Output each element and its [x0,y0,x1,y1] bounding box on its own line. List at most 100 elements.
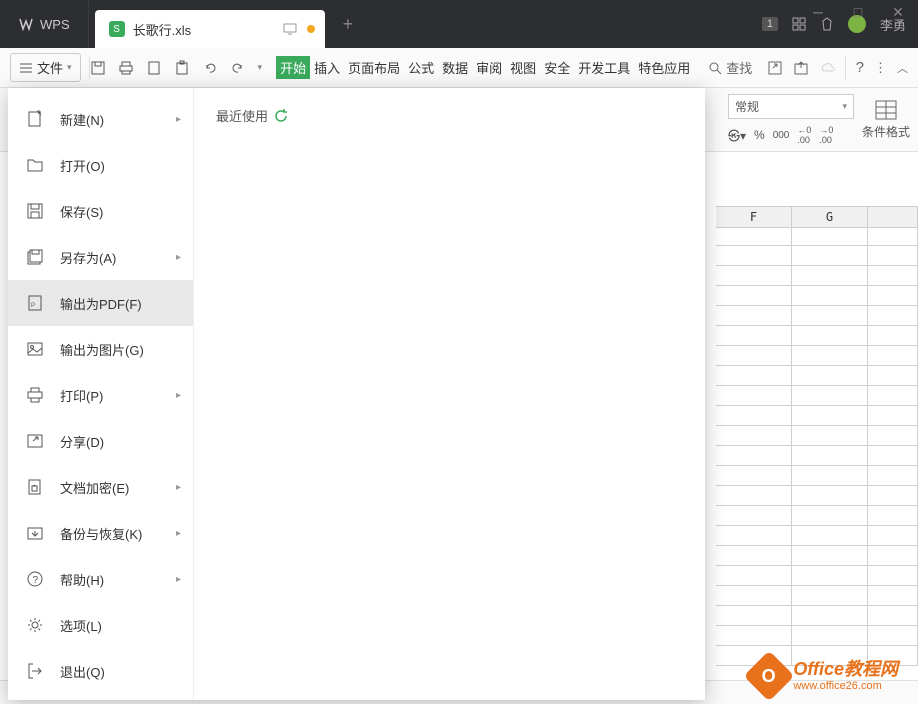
cloud-icon[interactable] [819,60,835,76]
cell[interactable] [792,546,868,566]
share-quick-icon[interactable] [767,60,783,76]
column-header[interactable]: F [716,207,792,227]
cell[interactable] [716,386,792,406]
cell[interactable] [868,366,918,386]
conditional-format-button[interactable]: 条件格式 [862,99,910,140]
print-preview-icon[interactable] [146,60,162,76]
maximize-button[interactable]: □ [838,0,878,24]
currency-icon[interactable]: ㉿▾ [728,127,746,144]
percent-icon[interactable]: % [754,128,765,142]
paste-icon[interactable] [174,60,190,76]
cell[interactable] [716,586,792,606]
cell[interactable] [792,466,868,486]
cell[interactable] [792,406,868,426]
ribbon-tab-insert[interactable]: 插入 [310,58,344,77]
cell[interactable] [792,626,868,646]
ribbon-tab-view[interactable]: 视图 [506,58,540,77]
cell[interactable] [792,226,868,246]
cell[interactable] [716,286,792,306]
new-tab-button[interactable]: + [343,14,354,35]
cell[interactable] [868,586,918,606]
collapse-ribbon-icon[interactable]: ︿ [897,60,908,76]
ribbon-tab-layout[interactable]: 页面布局 [344,58,404,77]
cell[interactable] [792,486,868,506]
cell[interactable] [716,326,792,346]
file-menu-item-save[interactable]: 保存(S) [8,188,193,234]
cell[interactable] [716,566,792,586]
cell[interactable] [868,226,918,246]
cell[interactable] [792,426,868,446]
cell[interactable] [716,446,792,466]
cell[interactable] [792,286,868,306]
ribbon-tab-special[interactable]: 特色应用 [634,58,694,77]
cell[interactable] [868,426,918,446]
cell[interactable] [868,286,918,306]
cell[interactable] [716,266,792,286]
cell[interactable] [716,226,792,246]
cell[interactable] [792,506,868,526]
file-menu-item-settings[interactable]: 选项(L) [8,602,193,648]
file-menu-item-backup[interactable]: 备份与恢复(K)▸ [8,510,193,556]
cell[interactable] [868,466,918,486]
cell[interactable] [716,306,792,326]
cell[interactable] [792,606,868,626]
cell[interactable] [716,346,792,366]
cell[interactable] [792,266,868,286]
cell[interactable] [868,446,918,466]
cell[interactable] [716,406,792,426]
file-menu-item-image[interactable]: 输出为图片(G) [8,326,193,372]
home-tab[interactable]: WPS [0,0,89,48]
cell[interactable] [716,486,792,506]
column-header[interactable] [868,207,918,227]
cell[interactable] [792,446,868,466]
cell[interactable] [716,466,792,486]
undo-icon[interactable] [202,60,218,76]
cell[interactable] [868,406,918,426]
print-quick-icon[interactable] [118,60,134,76]
cell[interactable] [868,386,918,406]
ribbon-tab-start[interactable]: 开始 [276,56,310,79]
cell[interactable] [868,626,918,646]
cell[interactable] [792,566,868,586]
cell[interactable] [716,366,792,386]
column-header[interactable]: G [792,207,868,227]
cell[interactable] [716,246,792,266]
cell[interactable] [868,546,918,566]
document-tab[interactable]: S 长歌行.xls [95,10,325,48]
ribbon-tab-dev[interactable]: 开发工具 [574,58,634,77]
redo-icon[interactable] [230,60,246,76]
file-menu-item-pdf[interactable]: P输出为PDF(F) [8,280,193,326]
minimize-button[interactable]: ─ [798,0,838,24]
ribbon-tab-data[interactable]: 数据 [438,58,472,77]
cell[interactable] [868,266,918,286]
more-icon[interactable]: ⋮ [874,60,887,76]
cell[interactable] [792,306,868,326]
export-icon[interactable] [793,60,809,76]
cell[interactable] [868,246,918,266]
file-menu-item-saveas[interactable]: 另存为(A)▸ [8,234,193,280]
save-icon[interactable] [90,60,106,76]
cell[interactable] [716,626,792,646]
notification-badge[interactable]: 1 [762,17,778,31]
decrease-decimal-icon[interactable]: →0.00 [819,125,833,145]
cell[interactable] [716,506,792,526]
cell[interactable] [868,566,918,586]
refresh-icon[interactable] [274,109,288,123]
file-menu-item-lock[interactable]: 文档加密(E)▸ [8,464,193,510]
help-icon[interactable]: ? [856,59,864,76]
monitor-icon[interactable] [283,23,297,35]
cell[interactable] [716,526,792,546]
cell[interactable] [716,426,792,446]
file-menu-item-new[interactable]: 新建(N)▸ [8,96,193,142]
cell[interactable] [716,546,792,566]
file-menu-item-folder[interactable]: 打开(O) [8,142,193,188]
cell[interactable] [792,246,868,266]
cell[interactable] [792,366,868,386]
number-format-select[interactable]: 常规 ▾ [728,94,854,119]
cell[interactable] [868,486,918,506]
cell[interactable] [792,586,868,606]
close-button[interactable]: ✕ [878,0,918,24]
file-menu-item-exit[interactable]: 退出(Q) [8,648,193,694]
ribbon-tab-review[interactable]: 审阅 [472,58,506,77]
file-menu-item-help[interactable]: ?帮助(H)▸ [8,556,193,602]
